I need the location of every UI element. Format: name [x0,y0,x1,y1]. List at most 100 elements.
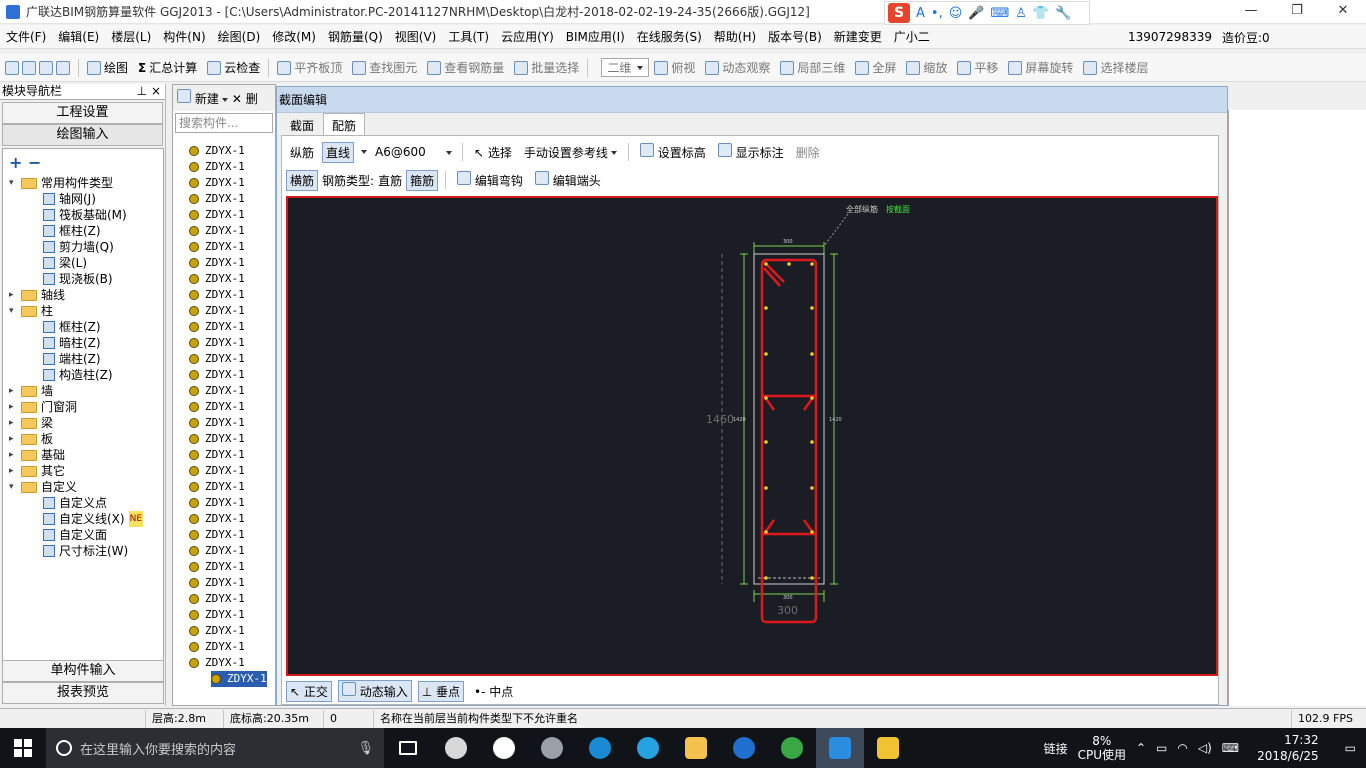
component-list-item[interactable]: ZDYX-1 [189,543,245,559]
close-icon[interactable]: × [151,84,161,99]
component-list-item[interactable]: ZDYX-1 [189,479,245,495]
tree-item[interactable]: 自定义线(X) NE [43,511,144,527]
maximize-button[interactable]: ❐ [1274,0,1320,24]
tree-item[interactable]: 框柱(Z) [43,319,101,335]
tree-item[interactable]: 暗柱(Z) [43,335,101,351]
set-elevation-button[interactable]: 设置标高 [636,141,710,163]
component-list-item[interactable]: ZDYX-1 [189,319,245,335]
menu-tools[interactable]: 工具(T) [442,28,495,45]
tree-item[interactable]: 自定义点 [43,495,107,511]
report-preview-button[interactable]: 报表预览 [2,682,164,704]
tab-section[interactable]: 截面 [281,113,323,135]
component-list-item[interactable]: ZDYX-1 [189,255,245,271]
straight-line-button[interactable]: 直线 [322,141,355,163]
orbit-button[interactable]: 动态观察 [700,59,775,76]
undo-icon[interactable] [56,60,70,75]
price-bean[interactable]: 造价豆:0 [1222,29,1270,46]
tree-item[interactable]: 剪力墙(Q) [43,239,114,255]
tree-folder[interactable]: ▾ 柱 [9,303,53,319]
fullscreen-button[interactable]: 全屏 [850,59,901,76]
component-list-item[interactable]: ZDYX-1 [189,143,245,159]
chevron-right-icon[interactable]: ▸ [9,383,17,399]
find-element-button[interactable]: 查找图元 [347,59,422,76]
microphone-icon[interactable]: 🎙 [357,741,374,756]
section-drawing-canvas[interactable]: 全部纵筋 按截面 300 1460 1420 1420 300 300 [286,196,1218,676]
file-explorer-icon[interactable] [672,728,720,768]
component-list-item[interactable]: ZDYX-1 [189,159,245,175]
chevron-down-icon[interactable]: ▾ [9,175,17,191]
ime-user-icon[interactable]: ♙ [1015,6,1027,21]
pan-button[interactable]: 平移 [952,59,1003,76]
component-list-item[interactable]: ZDYX-1 [189,367,245,383]
component-list-item[interactable]: ZDYX-1 [189,191,245,207]
ime-emoji-icon[interactable]: ☺ [949,6,963,21]
menu-help[interactable]: 帮助(H) [708,28,762,45]
component-list-item[interactable]: ZDYX-1 [189,559,245,575]
new-file-icon[interactable] [5,60,19,75]
edge-icon[interactable] [576,728,624,768]
component-list-item[interactable]: ZDYX-1 [189,223,245,239]
volume-icon[interactable]: ◁) [1198,741,1212,755]
internet-explorer-icon[interactable] [624,728,672,768]
transverse-button[interactable]: 横筋 [286,169,319,191]
component-list-item[interactable]: ZDYX-1 [189,623,245,639]
tree-folder[interactable]: ▸ 基础 [9,447,65,463]
rebar-spec-select[interactable]: A6@600 [371,143,455,161]
select-floor-button[interactable]: 选择楼层 [1078,59,1153,76]
tree-item[interactable]: 框柱(Z) [43,223,101,239]
tree-item[interactable]: 自定义面 [43,527,107,543]
tree-folder[interactable]: ▸ 门窗洞 [9,399,77,415]
edit-hook-button[interactable]: 编辑弯钩 [453,169,527,191]
menu-version[interactable]: 版本号(B) [762,28,828,45]
menu-floor[interactable]: 楼层(L) [105,28,157,45]
component-list-item[interactable]: ZDYX-1 [189,639,245,655]
tree-folder[interactable]: ▸ 板 [9,431,53,447]
chevron-right-icon[interactable]: ▸ [9,447,17,463]
windows-start-button[interactable] [0,728,46,768]
menu-cloud[interactable]: 云应用(Y) [495,28,560,45]
component-list-item[interactable]: ZDYX-1 [189,431,245,447]
flush-slab-button[interactable]: 平齐板顶 [272,59,347,76]
expand-all-icon[interactable]: + [9,153,22,172]
taskbar-search-input[interactable]: 在这里输入你要搜索的内容 🎙 [46,728,384,768]
perpendicular-button[interactable]: ⊥ 垂点 [417,680,465,702]
chevron-down-icon[interactable]: ▾ [9,303,17,319]
minimize-button[interactable]: — [1228,0,1274,24]
component-list-item[interactable]: ZDYX-1 [211,671,267,687]
edit-end-button[interactable]: 编辑端头 [531,169,605,191]
tree-folder[interactable]: ▸ 轴线 [9,287,65,303]
draw-button[interactable]: 绘图 [82,59,133,76]
new-component-button[interactable]: 新建 [177,89,228,107]
menu-component[interactable]: 构件(N) [157,28,211,45]
chevron-right-icon[interactable]: ▸ [9,463,17,479]
pinwheel-app-icon[interactable] [432,728,480,768]
chevron-down-icon[interactable]: ▾ [9,479,17,495]
component-list-item[interactable]: ZDYX-1 [189,463,245,479]
component-list-item[interactable]: ZDYX-1 [189,655,245,671]
select-button[interactable]: ↖ 选择 [470,142,516,163]
summary-calc-button[interactable]: Σ 汇总计算 [133,59,202,76]
delete-component-button[interactable]: ✕ 删 [232,90,258,107]
tree-item[interactable]: 轴网(J) [43,191,96,207]
keyboard-icon[interactable]: ⌨ [1222,741,1239,755]
save-icon[interactable] [39,60,53,75]
glodon-g-icon[interactable] [720,728,768,768]
cpu-usage[interactable]: 8% CPU使用 [1078,734,1126,762]
tree-item[interactable]: 构造柱(Z) [43,367,113,383]
chevron-down-icon[interactable] [361,150,368,154]
tree-folder[interactable]: ▸ 其它 [9,463,65,479]
component-list-item[interactable]: ZDYX-1 [189,287,245,303]
tree-item[interactable]: 现浇板(B) [43,271,113,287]
ime-punct-icon[interactable]: •, [931,6,943,21]
chevron-right-icon[interactable]: ▸ [9,399,17,415]
chevron-right-icon[interactable]: ▸ [9,415,17,431]
ortho-button[interactable]: ↖ 正交 [286,680,332,702]
menu-modify[interactable]: 修改(M) [266,28,322,45]
component-list-item[interactable]: ZDYX-1 [189,383,245,399]
component-list-item[interactable]: ZDYX-1 [189,399,245,415]
notepad-app-icon[interactable] [864,728,912,768]
tree-item[interactable]: 尺寸标注(W) [43,543,128,559]
tree-folder[interactable]: ▸ 梁 [9,415,53,431]
drawing-input-button[interactable]: 绘图输入 [2,124,163,146]
spiral-app-icon[interactable] [528,728,576,768]
